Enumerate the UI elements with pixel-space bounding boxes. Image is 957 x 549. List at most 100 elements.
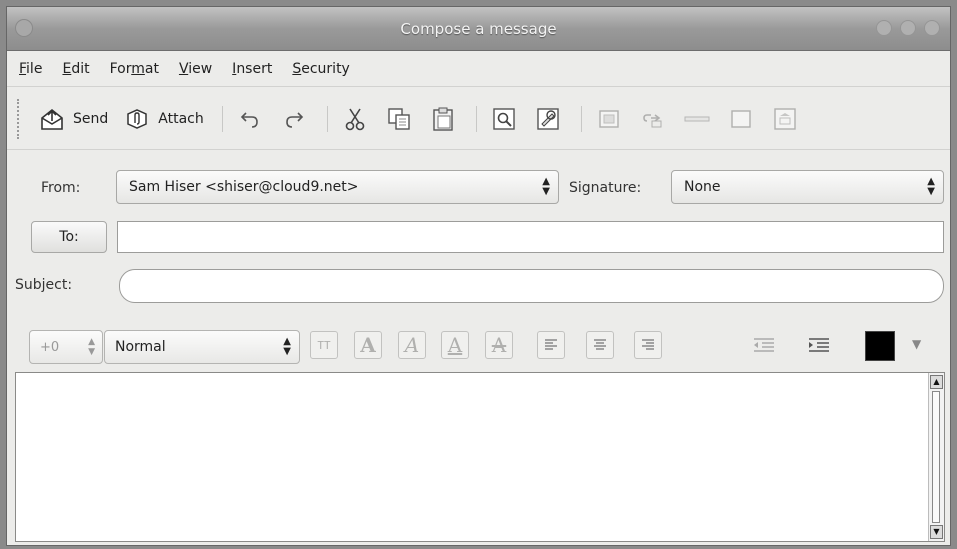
main-toolbar: Send Attach [7,88,950,150]
menu-security[interactable]: Security [292,61,350,77]
horizontal-rule-icon [682,104,712,134]
spinner-arrows-icon: ▲ ▼ [88,337,95,357]
find-replace-icon [533,104,563,134]
link-icon [638,104,668,134]
toolbar-separator [326,105,328,132]
send-label: Send [73,110,109,127]
cut-button[interactable] [336,98,374,140]
send-button[interactable]: Send [33,98,112,140]
message-body-editor[interactable]: ▲ ▼ [15,372,945,542]
window-title: Compose a message [400,20,557,38]
align-right-button[interactable] [634,331,662,359]
insert-link-button[interactable] [634,98,672,140]
insert-image-button[interactable] [590,98,628,140]
insert-table-button[interactable] [722,98,760,140]
scroll-up-arrow-icon[interactable]: ▲ [930,375,943,389]
menu-format-pre: For [109,60,132,77]
attach-label: Attach [158,110,204,127]
teletype-button[interactable]: TT [310,331,338,359]
bold-button[interactable]: A [354,331,382,359]
menu-security-mnemonic: S [292,60,302,77]
strikethrough-button[interactable]: A [485,331,513,359]
menu-format-mnemonic: m [131,60,145,77]
subject-label: Subject: [15,277,73,293]
combo-arrows-icon: ▲ ▼ [283,336,291,357]
maximize-icon[interactable] [900,20,916,36]
from-label: From: [41,180,81,196]
redo-button[interactable] [275,98,313,140]
title-bar[interactable]: Compose a message [7,7,950,51]
to-button[interactable]: To: [31,221,107,253]
find-button[interactable] [485,98,523,140]
format-toolbar: +0 ▲ ▼ Normal ▲ ▼ TT A A A A ▼ [7,325,950,369]
replace-button[interactable] [529,98,567,140]
insert-object-button[interactable] [766,98,804,140]
menu-file-post: ile [26,60,43,77]
menu-edit[interactable]: Edit [62,61,89,77]
menu-file[interactable]: File [19,61,42,77]
menu-edit-post: dit [71,60,90,77]
combo-arrows-icon: ▲ ▼ [927,176,935,197]
toolbar-separator [221,105,223,132]
signature-label: Signature: [569,180,642,196]
paragraph-style-value: Normal [115,339,166,355]
clipboard-icon [428,104,458,134]
indent-button[interactable] [807,335,831,359]
align-center-button[interactable] [586,331,614,359]
undo-button[interactable] [231,98,269,140]
menu-view-mnemonic: V [178,60,189,77]
from-account-select[interactable]: Sam Hiser <shiser@cloud9.net> ▲ ▼ [116,170,559,204]
menu-bar: File Edit Format View Insert Security [7,51,950,87]
menu-edit-mnemonic: E [62,60,72,77]
font-size-spinner[interactable]: +0 ▲ ▼ [29,330,103,364]
table-icon [726,104,756,134]
align-left-button[interactable] [537,331,565,359]
text-color-swatch[interactable] [865,331,895,361]
menu-format-post: at [144,60,159,77]
minimize-icon[interactable] [876,20,892,36]
from-account-value: Sam Hiser <shiser@cloud9.net> [129,179,359,195]
scroll-track[interactable] [932,391,940,523]
menu-insert-post: nsert [236,60,273,77]
attach-button[interactable]: Attach [118,98,207,140]
italic-button[interactable]: A [398,331,426,359]
toolbar-separator [580,105,582,132]
scroll-down-arrow-icon[interactable]: ▼ [930,525,943,539]
font-size-value: +0 [40,339,60,355]
html-icon [770,104,800,134]
toolbar-grip[interactable] [17,98,21,139]
scissors-icon [340,104,370,134]
subject-field[interactable] [119,269,944,303]
paperclip-icon [122,104,152,134]
menu-format[interactable]: Format [110,61,159,77]
align-left-icon [545,339,557,350]
underline-button[interactable]: A [441,331,469,359]
send-icon [37,104,67,134]
close-icon[interactable] [924,20,940,36]
align-center-icon [594,339,606,350]
indent-icon [809,338,829,352]
toolbar-separator [475,105,477,132]
vertical-scrollbar[interactable]: ▲ ▼ [928,373,944,541]
signature-value: None [684,179,721,195]
copy-icon [384,104,414,134]
image-icon [594,104,624,134]
to-field[interactable] [117,221,944,253]
align-right-icon [642,339,654,350]
redo-icon [279,104,309,134]
paragraph-style-select[interactable]: Normal ▲ ▼ [104,330,300,364]
paste-button[interactable] [424,98,462,140]
find-icon [489,104,519,134]
insert-rule-button[interactable] [678,98,716,140]
menu-view-post: iew [188,60,213,77]
menu-insert[interactable]: Insert [232,61,272,77]
signature-select[interactable]: None ▲ ▼ [671,170,944,204]
copy-button[interactable] [380,98,418,140]
menu-view[interactable]: View [179,61,212,77]
undo-icon [235,104,265,134]
outdent-button[interactable] [752,335,776,359]
compose-window: Compose a message File Edit Format View … [6,6,951,546]
menu-file-mnemonic: F [19,60,27,77]
color-dropdown-arrow-icon[interactable]: ▼ [912,337,921,351]
outdent-icon [754,338,774,352]
